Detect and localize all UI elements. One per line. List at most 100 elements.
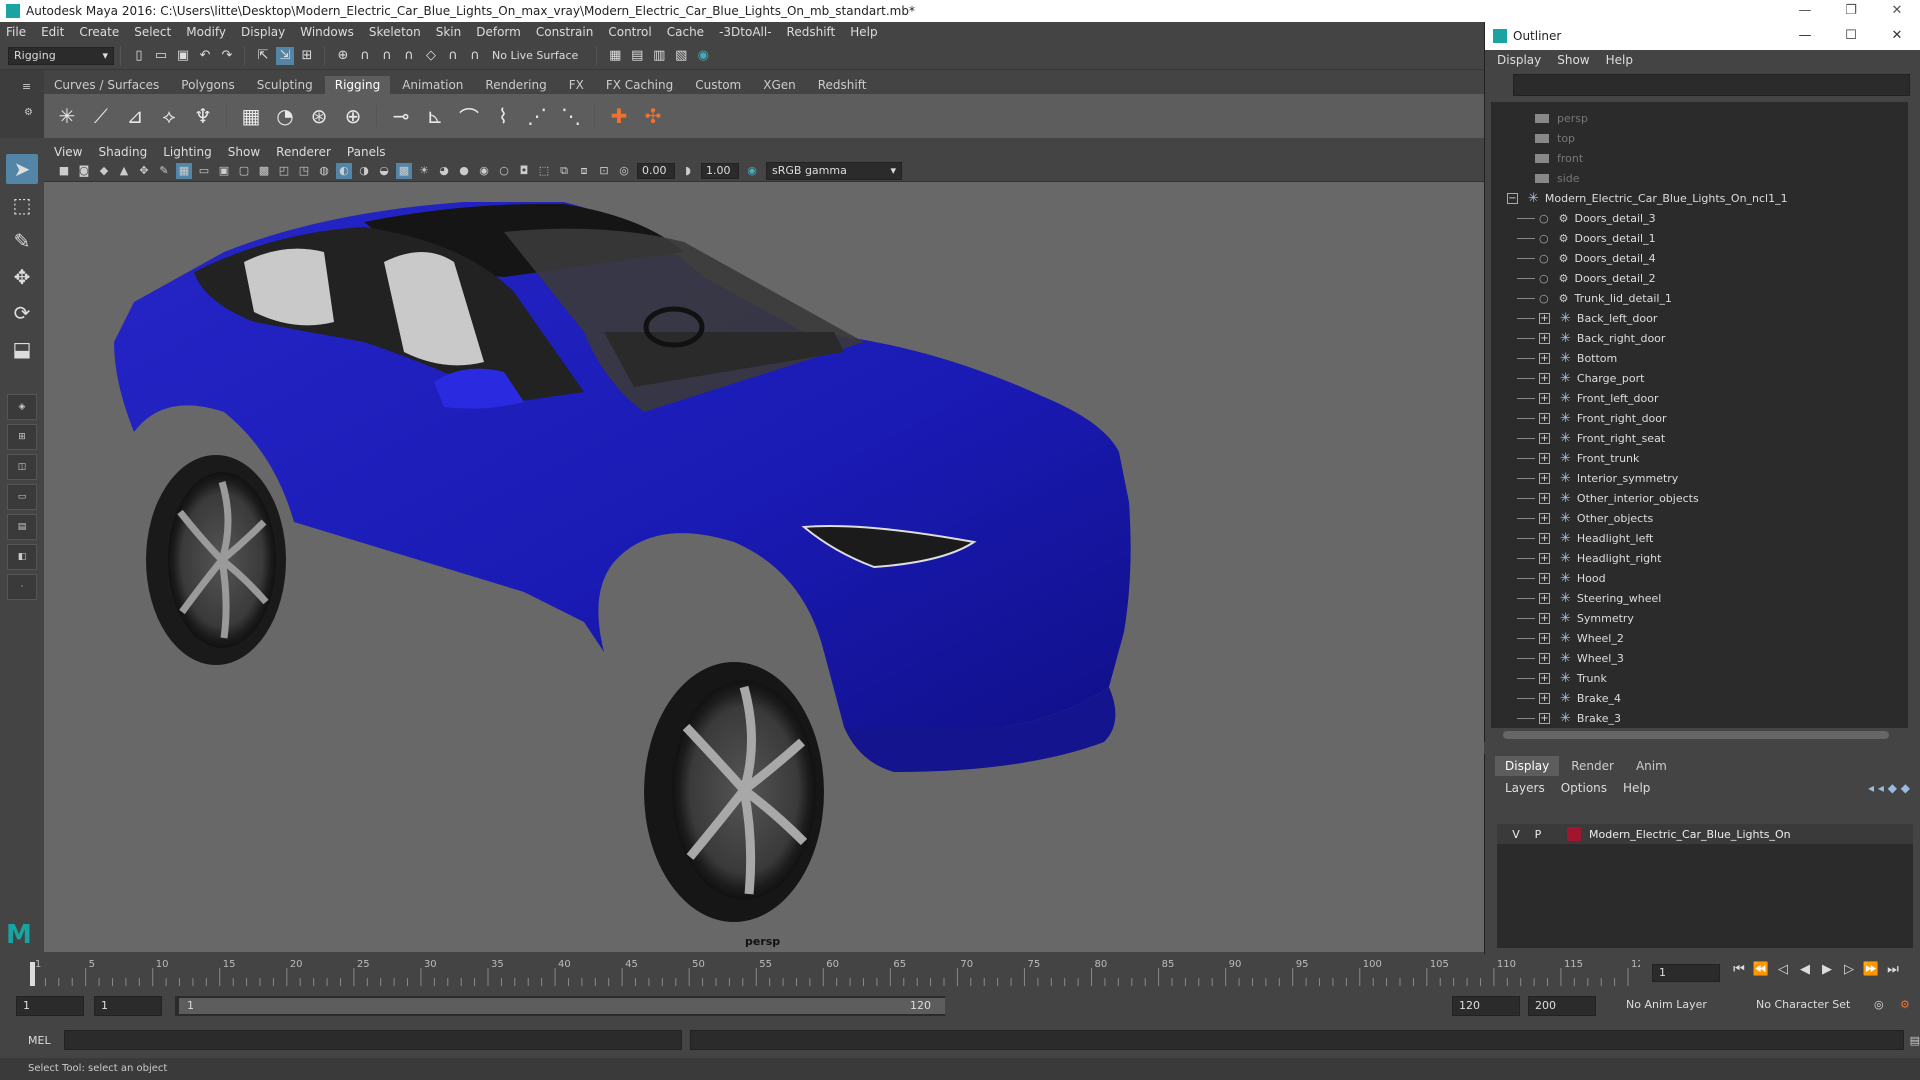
command-language-label[interactable]: MEL bbox=[0, 1034, 60, 1047]
expand-icon[interactable]: + bbox=[1539, 452, 1550, 464]
tab-anim[interactable]: Anim bbox=[1626, 756, 1677, 776]
xray-active-icon[interactable]: ⧈ bbox=[576, 163, 592, 179]
go-to-start-icon[interactable]: ⏮ bbox=[1728, 962, 1750, 977]
magnet-icon[interactable]: ∩ bbox=[466, 47, 484, 65]
anim-prefs-icon[interactable]: ⚙ bbox=[1894, 996, 1918, 1016]
single-view-icon[interactable]: ◈ bbox=[7, 394, 37, 420]
layer-menu-options[interactable]: Options bbox=[1561, 781, 1607, 795]
tree-item-group[interactable]: ○ ⚙ Doors_detail_4 bbox=[1491, 248, 1908, 268]
wrap-icon[interactable]: ⊛ bbox=[305, 102, 333, 130]
view-transform-dropdown[interactable]: sRGB gamma ▾ bbox=[766, 161, 902, 180]
menu-create[interactable]: Create bbox=[79, 25, 119, 39]
tab-fx-caching[interactable]: FX Caching bbox=[596, 76, 683, 94]
snap-grid-icon[interactable]: ⊕ bbox=[334, 47, 352, 65]
range-slider[interactable]: 1 120 bbox=[175, 996, 945, 1016]
lasso-tool-icon[interactable]: ⬚ bbox=[6, 190, 38, 220]
tab-curves-surfaces[interactable]: Curves / Surfaces bbox=[44, 76, 169, 94]
aim-constraint-icon[interactable]: ✣ bbox=[639, 102, 667, 130]
render-view-icon[interactable]: ▧ bbox=[672, 47, 690, 65]
tree-item-joint[interactable]: + ✳ Front_left_door bbox=[1491, 388, 1908, 408]
xray-joints-icon[interactable]: ⧉ bbox=[556, 163, 572, 179]
playback-end-field[interactable]: 120 bbox=[1452, 996, 1520, 1016]
menu-help[interactable]: Help bbox=[850, 25, 877, 39]
anim-layer-dropdown[interactable]: No Anim Layer bbox=[1620, 996, 1738, 1016]
safe-action-icon[interactable]: ◰ bbox=[276, 163, 292, 179]
render-frame-icon[interactable]: ▤ bbox=[628, 47, 646, 65]
film-gate-icon[interactable]: ▭ bbox=[196, 163, 212, 179]
smooth-bind-icon[interactable]: ⊾ bbox=[421, 102, 449, 130]
vp-menu-show[interactable]: Show bbox=[228, 145, 260, 159]
current-frame-field[interactable]: 1 bbox=[1652, 964, 1720, 982]
save-scene-icon[interactable]: ▣ bbox=[174, 47, 192, 65]
render-settings-icon[interactable]: ▦ bbox=[606, 47, 624, 65]
tree-item-camera[interactable]: persp bbox=[1491, 108, 1908, 128]
step-forward-frame-icon[interactable]: ▷ bbox=[1838, 962, 1860, 977]
tree-item-joint[interactable]: + ✳ Other_interior_objects bbox=[1491, 488, 1908, 508]
vp-menu-view[interactable]: View bbox=[54, 145, 82, 159]
tree-item-group[interactable]: ○ ⚙ Doors_detail_2 bbox=[1491, 268, 1908, 288]
tree-item-joint[interactable]: + ✳ Front_right_seat bbox=[1491, 428, 1908, 448]
safe-title-icon[interactable]: ◳ bbox=[296, 163, 312, 179]
depth-of-field-icon[interactable]: ◘ bbox=[516, 163, 532, 179]
tree-item-joint[interactable]: + ✳ Steering_wheel bbox=[1491, 588, 1908, 608]
snap-curve-icon[interactable]: ∩ bbox=[356, 47, 374, 65]
expand-icon[interactable]: + bbox=[1539, 472, 1550, 484]
lattice-icon[interactable]: ▦ bbox=[237, 102, 265, 130]
tab-render[interactable]: Render bbox=[1561, 756, 1624, 776]
tree-item-joint[interactable]: + ✳ Front_trunk bbox=[1491, 448, 1908, 468]
tree-item-joint[interactable]: + ✳ Bottom bbox=[1491, 348, 1908, 368]
redo-icon[interactable]: ↷ bbox=[218, 47, 236, 65]
expand-icon[interactable]: + bbox=[1539, 352, 1550, 364]
tree-item-joint[interactable]: + ✳ Trunk bbox=[1491, 668, 1908, 688]
outliner-horizontal-scrollbar[interactable] bbox=[1491, 728, 1908, 742]
expand-icon[interactable]: + bbox=[1539, 392, 1550, 404]
expand-icon[interactable]: + bbox=[1539, 632, 1550, 644]
more-layouts-icon[interactable]: · bbox=[7, 574, 37, 600]
auto-key-icon[interactable]: ◎ bbox=[1868, 996, 1892, 1016]
isolate-select-icon[interactable]: ⬚ bbox=[536, 163, 552, 179]
outliner-menu-display[interactable]: Display bbox=[1497, 53, 1541, 67]
select-component-icon[interactable]: ⊞ bbox=[298, 47, 316, 65]
paint-select-icon[interactable]: ✎ bbox=[6, 226, 38, 256]
menu-deform[interactable]: Deform bbox=[476, 25, 521, 39]
character-set-dropdown[interactable]: No Character Set bbox=[1750, 996, 1870, 1016]
end-time-field[interactable]: 200 bbox=[1528, 996, 1596, 1016]
tab-xgen[interactable]: XGen bbox=[753, 76, 806, 94]
copy-weights-icon[interactable]: ⌇ bbox=[489, 102, 517, 130]
time-slider[interactable]: 1 5 10 15 20 25 30 35 40 45 50 55 60 65 70 75 80 85 90 95 10… bbox=[0, 956, 1920, 986]
gamma-icon[interactable]: ◗ bbox=[680, 163, 696, 179]
tab-sculpting[interactable]: Sculpting bbox=[247, 76, 323, 94]
frame-all-icon[interactable]: ⊡ bbox=[596, 163, 612, 179]
wireframe-icon[interactable]: ◍ bbox=[316, 163, 332, 179]
menu-file[interactable]: File bbox=[6, 25, 26, 39]
snap-surface-icon[interactable]: ◇ bbox=[422, 47, 440, 65]
tree-item-root[interactable]: − ✳ Modern_Electric_Car_Blue_Lights_On_n… bbox=[1491, 188, 1908, 208]
insert-joint-icon[interactable]: ⟡ bbox=[155, 102, 183, 130]
cluster-icon[interactable]: ◔ bbox=[271, 102, 299, 130]
shelf-gear-icon[interactable]: ⚙ bbox=[24, 107, 44, 118]
menuset-dropdown[interactable]: Rigging ▾ bbox=[8, 46, 114, 65]
menu-edit[interactable]: Edit bbox=[41, 25, 64, 39]
tree-item-group[interactable]: ○ ⚙ Trunk_lid_detail_1 bbox=[1491, 288, 1908, 308]
layer-playback-toggle[interactable]: P bbox=[1527, 828, 1549, 841]
exposure-icon[interactable]: ◎ bbox=[616, 163, 632, 179]
tree-item-group[interactable]: ○ ⚙ Doors_detail_3 bbox=[1491, 208, 1908, 228]
layer-action-icons[interactable]: ◂ ◂ ◆ ◆ bbox=[1868, 781, 1910, 795]
menu-cache[interactable]: Cache bbox=[667, 25, 704, 39]
menu-constrain[interactable]: Constrain bbox=[536, 25, 594, 39]
vp-menu-shading[interactable]: Shading bbox=[98, 145, 147, 159]
select-object-icon[interactable]: ⇲ bbox=[276, 46, 294, 65]
perspective-viewport[interactable] bbox=[44, 182, 1484, 952]
script-editor-icon[interactable]: ▤ bbox=[1910, 1034, 1920, 1047]
play-backward-icon[interactable]: ◀ bbox=[1794, 962, 1816, 977]
select-hierarchy-icon[interactable]: ⇱ bbox=[254, 47, 272, 65]
use-lights-icon[interactable]: ☀ bbox=[416, 163, 432, 179]
snap-live-icon[interactable]: ∩ bbox=[444, 47, 462, 65]
wireframe-on-shaded-icon[interactable]: ◑ bbox=[356, 163, 372, 179]
tree-item-camera[interactable]: front bbox=[1491, 148, 1908, 168]
play-forward-icon[interactable]: ▶ bbox=[1816, 962, 1838, 977]
shadows-icon[interactable]: ◕ bbox=[436, 163, 452, 179]
outliner-menu-show[interactable]: Show bbox=[1557, 53, 1589, 67]
expand-icon[interactable]: + bbox=[1539, 532, 1550, 544]
vp-menu-renderer[interactable]: Renderer bbox=[276, 145, 331, 159]
